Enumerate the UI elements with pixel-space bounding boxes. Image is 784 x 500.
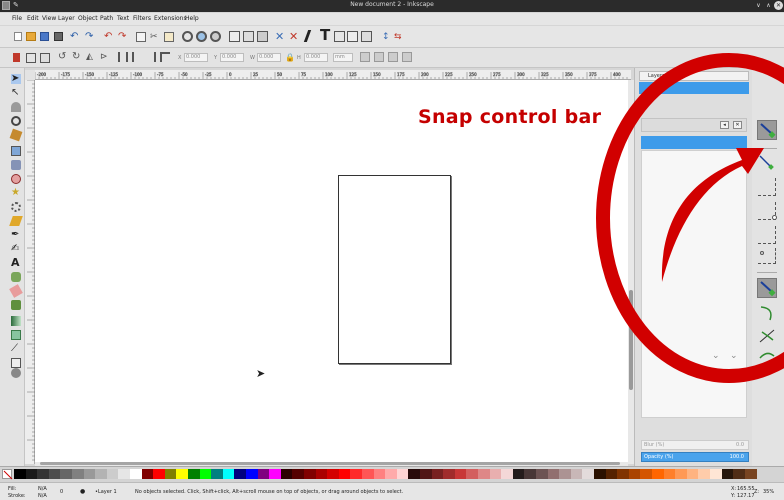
color-swatch[interactable] (501, 469, 514, 479)
stroke-value: N/A (38, 493, 47, 499)
color-swatch[interactable] (744, 469, 757, 479)
color-swatch[interactable] (269, 469, 282, 479)
color-swatch[interactable] (408, 469, 421, 479)
zoom-label: Z: (754, 489, 760, 495)
color-swatch[interactable] (14, 469, 26, 479)
annotation-overlay (596, 53, 784, 383)
color-swatch[interactable] (466, 469, 479, 479)
color-swatch[interactable] (234, 469, 247, 479)
annotation-arrow (661, 148, 764, 282)
color-swatch[interactable] (199, 469, 212, 479)
color-swatch[interactable] (48, 469, 61, 479)
cursor-y: 127.17 (737, 493, 755, 499)
opacity-status[interactable]: 0 (60, 489, 63, 495)
color-swatch[interactable] (547, 469, 560, 479)
color-swatch[interactable] (304, 469, 316, 479)
fill-value: N/A (38, 486, 47, 492)
color-swatch[interactable] (83, 469, 96, 479)
color-swatch[interactable] (188, 469, 200, 479)
no-paint-swatch[interactable] (2, 469, 13, 480)
color-swatch[interactable] (292, 469, 305, 479)
color-swatch[interactable] (431, 469, 444, 479)
color-swatch[interactable] (60, 469, 73, 479)
swatch-row (14, 469, 776, 479)
color-swatch[interactable] (315, 469, 328, 479)
color-swatch[interactable] (710, 469, 722, 479)
color-swatch[interactable] (211, 469, 224, 479)
color-swatch[interactable] (721, 469, 734, 479)
color-swatch[interactable] (617, 469, 630, 479)
color-swatch[interactable] (686, 469, 699, 479)
color-swatch[interactable] (536, 469, 548, 479)
color-swatch[interactable] (141, 469, 154, 479)
color-swatch[interactable] (570, 469, 583, 479)
color-swatch[interactable] (222, 469, 235, 479)
no-paint-glyph (3, 470, 13, 480)
color-swatch[interactable] (652, 469, 664, 479)
color-swatch[interactable] (478, 469, 490, 479)
color-swatch[interactable] (130, 469, 142, 479)
color-swatch[interactable] (605, 469, 618, 479)
color-swatch[interactable] (176, 469, 189, 479)
color-swatch[interactable] (512, 469, 525, 479)
color-swatch[interactable] (559, 469, 572, 479)
color-swatch[interactable] (164, 469, 177, 479)
color-swatch[interactable] (327, 469, 340, 479)
color-swatch[interactable] (37, 469, 50, 479)
color-swatch[interactable] (95, 469, 108, 479)
color-swatch[interactable] (373, 469, 386, 479)
cursor-x: 165.55 (737, 486, 755, 492)
color-swatch[interactable] (246, 469, 258, 479)
color-swatch[interactable] (257, 469, 270, 479)
stroke-label: Stroke: (8, 493, 26, 499)
status-bar: Fill: N/A Stroke: N/A 0 ● •Layer 1 No ob… (0, 482, 784, 500)
color-swatch[interactable] (443, 469, 456, 479)
color-swatch[interactable] (420, 469, 432, 479)
status-message: No objects selected. Click, Shift+click,… (135, 489, 404, 495)
color-swatch[interactable] (362, 469, 374, 479)
color-swatch[interactable] (25, 469, 38, 479)
color-swatch[interactable] (663, 469, 676, 479)
zoom-field[interactable]: 35% (763, 489, 774, 495)
color-swatch[interactable] (675, 469, 688, 479)
color-swatch[interactable] (698, 469, 711, 479)
cursor-x-label: X: (731, 486, 737, 492)
color-swatch[interactable] (338, 469, 351, 479)
color-swatch[interactable] (489, 469, 502, 479)
color-swatch[interactable] (118, 469, 131, 479)
color-swatch[interactable] (350, 469, 363, 479)
color-swatch[interactable] (733, 469, 746, 479)
color-swatch[interactable] (454, 469, 467, 479)
color-swatch[interactable] (72, 469, 84, 479)
color-swatch[interactable] (640, 469, 653, 479)
color-swatch[interactable] (106, 469, 119, 479)
eye-icon[interactable]: ● (80, 488, 88, 495)
color-swatch[interactable] (385, 469, 398, 479)
color-swatch[interactable] (153, 469, 166, 479)
color-swatch[interactable] (628, 469, 641, 479)
color-swatch[interactable] (582, 469, 595, 479)
fill-label: Fill: (8, 486, 17, 492)
layer-selector[interactable]: •Layer 1 (95, 489, 117, 495)
color-swatch[interactable] (594, 469, 606, 479)
color-swatch[interactable] (524, 469, 537, 479)
cursor-y-label: Y: (731, 493, 736, 499)
color-swatch[interactable] (396, 469, 409, 479)
color-swatch[interactable] (280, 469, 293, 479)
annotation-circle (596, 53, 784, 383)
color-palette (0, 466, 784, 482)
